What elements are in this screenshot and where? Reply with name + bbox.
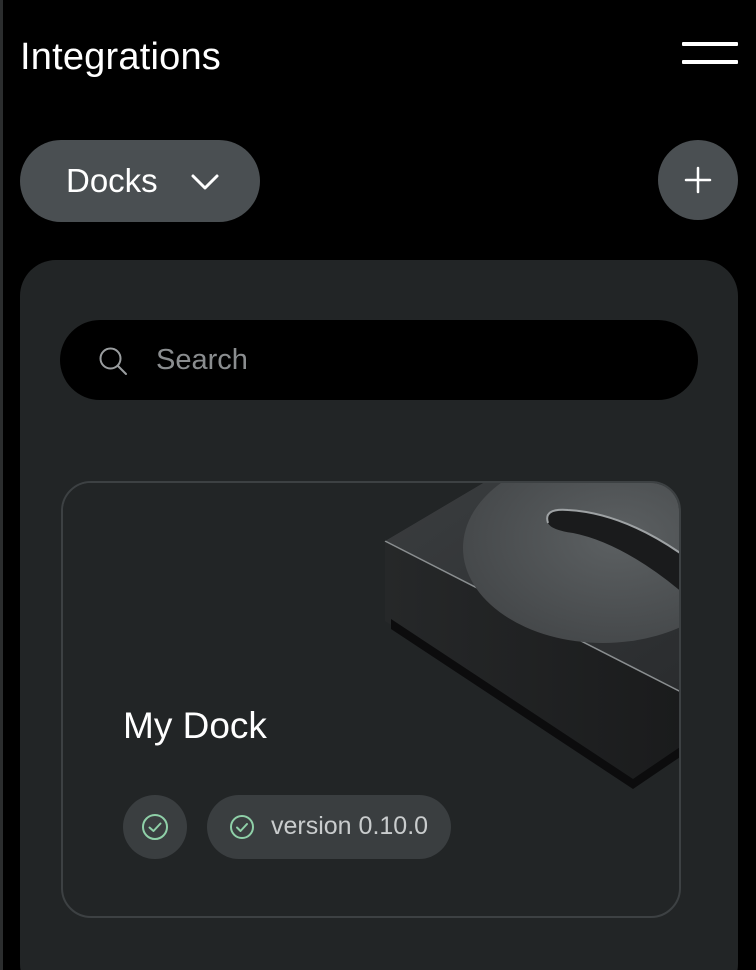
integration-type-dropdown[interactable]: Docks	[20, 140, 260, 222]
plus-icon	[684, 166, 712, 194]
dock-version-label: version 0.10.0	[271, 812, 429, 840]
page-title: Integrations	[20, 36, 221, 78]
dropdown-selected-label: Docks	[66, 162, 158, 199]
dock-status-badge	[123, 795, 187, 859]
dock-name: My Dock	[123, 705, 267, 746]
search-bar[interactable]	[60, 320, 698, 400]
chevron-down-icon	[191, 174, 219, 190]
dock-card[interactable]: My Dock version 0.10.0	[61, 481, 681, 918]
dock-version-badge: version 0.10.0	[207, 795, 451, 859]
add-integration-button[interactable]	[658, 140, 738, 220]
check-circle-icon	[230, 815, 254, 839]
menu-button[interactable]	[680, 38, 740, 70]
search-input[interactable]	[156, 338, 656, 382]
search-icon	[99, 347, 127, 375]
check-circle-icon	[142, 814, 168, 840]
window-edge	[0, 0, 3, 970]
